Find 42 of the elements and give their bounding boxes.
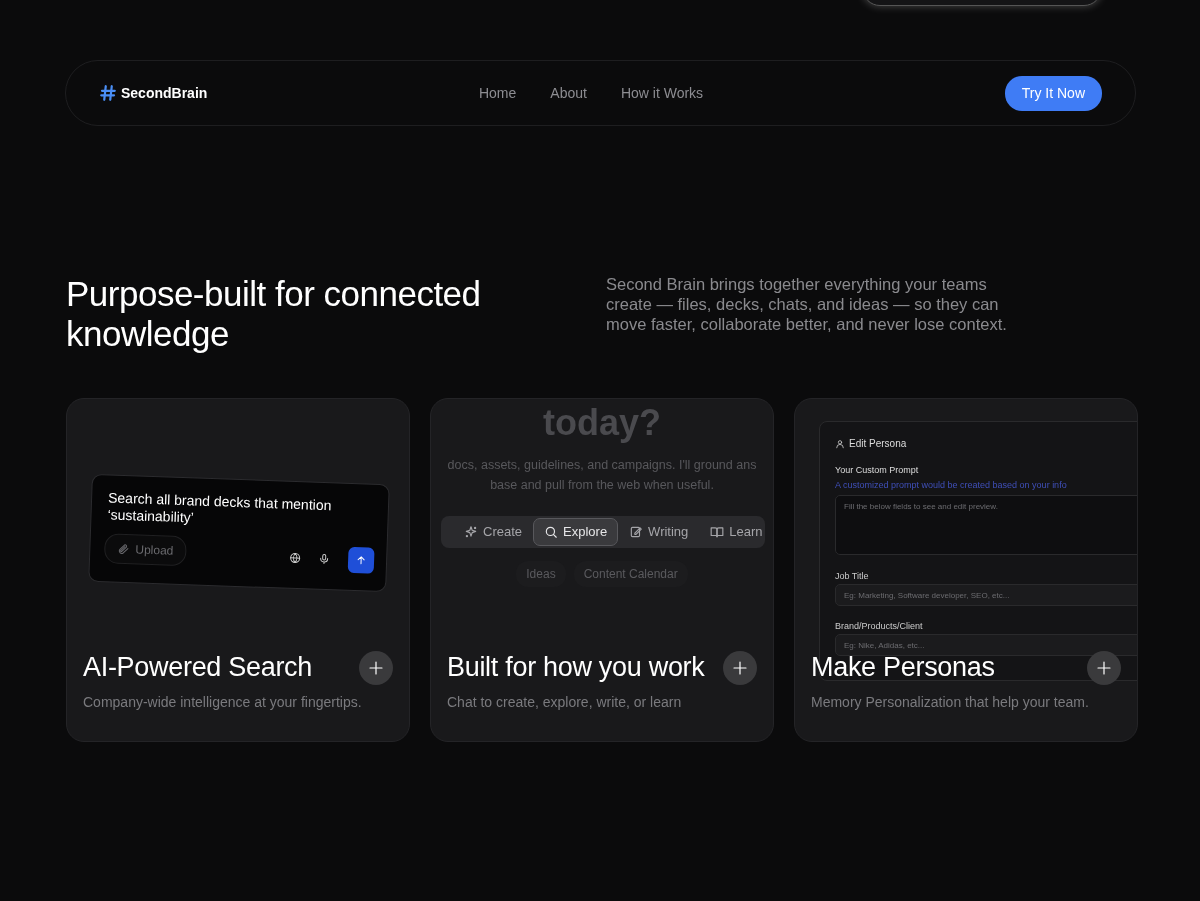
user-icon bbox=[835, 438, 845, 449]
card-subtitle: Company-wide intelligence at your fingertips. bbox=[83, 693, 362, 712]
plus-icon bbox=[731, 659, 749, 677]
nav-link[interactable]: About bbox=[550, 82, 587, 104]
mode-tab[interactable]: Create bbox=[453, 518, 534, 546]
mode-tab[interactable]: Explore bbox=[533, 518, 619, 546]
mode-tab[interactable]: Learn bbox=[699, 518, 773, 546]
try-it-now-button[interactable]: Try It Now bbox=[1004, 75, 1102, 111]
plus-icon bbox=[367, 659, 385, 677]
card-subtitle: Memory Personalization that help your team. bbox=[811, 693, 1089, 712]
search-icon bbox=[544, 525, 559, 539]
field-label: Your Custom Prompt bbox=[835, 464, 919, 477]
nav-link[interactable]: How it Works bbox=[620, 82, 704, 104]
expand-button[interactable] bbox=[359, 651, 393, 685]
card-subtitle: Chat to create, explore, write, or learn bbox=[447, 693, 682, 712]
upload-button[interactable]: Upload bbox=[103, 533, 187, 567]
text-field[interactable]: Eg: Marketing, Software developer, SEO, etc... bbox=[835, 584, 1137, 606]
pencil-icon bbox=[629, 525, 644, 539]
sparkle-icon bbox=[464, 525, 478, 539]
plus-icon bbox=[1095, 659, 1113, 677]
card-title: AI-Powered Search bbox=[83, 651, 312, 684]
expand-button[interactable] bbox=[723, 651, 757, 685]
prompt-hint: A customized prompt would be created based on your info bbox=[835, 479, 1067, 492]
form-title: Edit Persona bbox=[849, 437, 907, 451]
field-label: Job Title bbox=[835, 570, 869, 583]
book-icon bbox=[710, 525, 725, 539]
microphone-icon bbox=[317, 552, 331, 566]
send-button[interactable] bbox=[347, 546, 375, 574]
hero-description: Second Brain brings together everything your teams create — files, decks, chats, and ideas — so they can move faster, collaborate better, and never lose context. bbox=[606, 274, 1008, 335]
nav-link[interactable]: Home bbox=[478, 82, 517, 104]
mode-tab[interactable]: Writing bbox=[618, 518, 700, 546]
prompt-textarea[interactable]: Fill the below fields to see and edit preview. bbox=[835, 495, 1137, 555]
faded-text: base and pull from the web when useful. bbox=[489, 477, 715, 494]
paperclip-icon bbox=[117, 542, 130, 556]
card-title: Built for how you work bbox=[447, 651, 705, 684]
prompt-text: Search all brand decks that mention ‘sustainability’ bbox=[107, 489, 333, 528]
hero-heading: Purpose-built for connected knowledge bbox=[66, 274, 482, 354]
globe-icon bbox=[288, 551, 302, 565]
field-label: Brand/Products/Client bbox=[835, 620, 923, 633]
text-field[interactable]: Eg: Nike, Adidas, etc... bbox=[835, 634, 1137, 656]
brand-name[interactable]: SecondBrain bbox=[121, 82, 208, 104]
hash-icon bbox=[99, 84, 117, 102]
